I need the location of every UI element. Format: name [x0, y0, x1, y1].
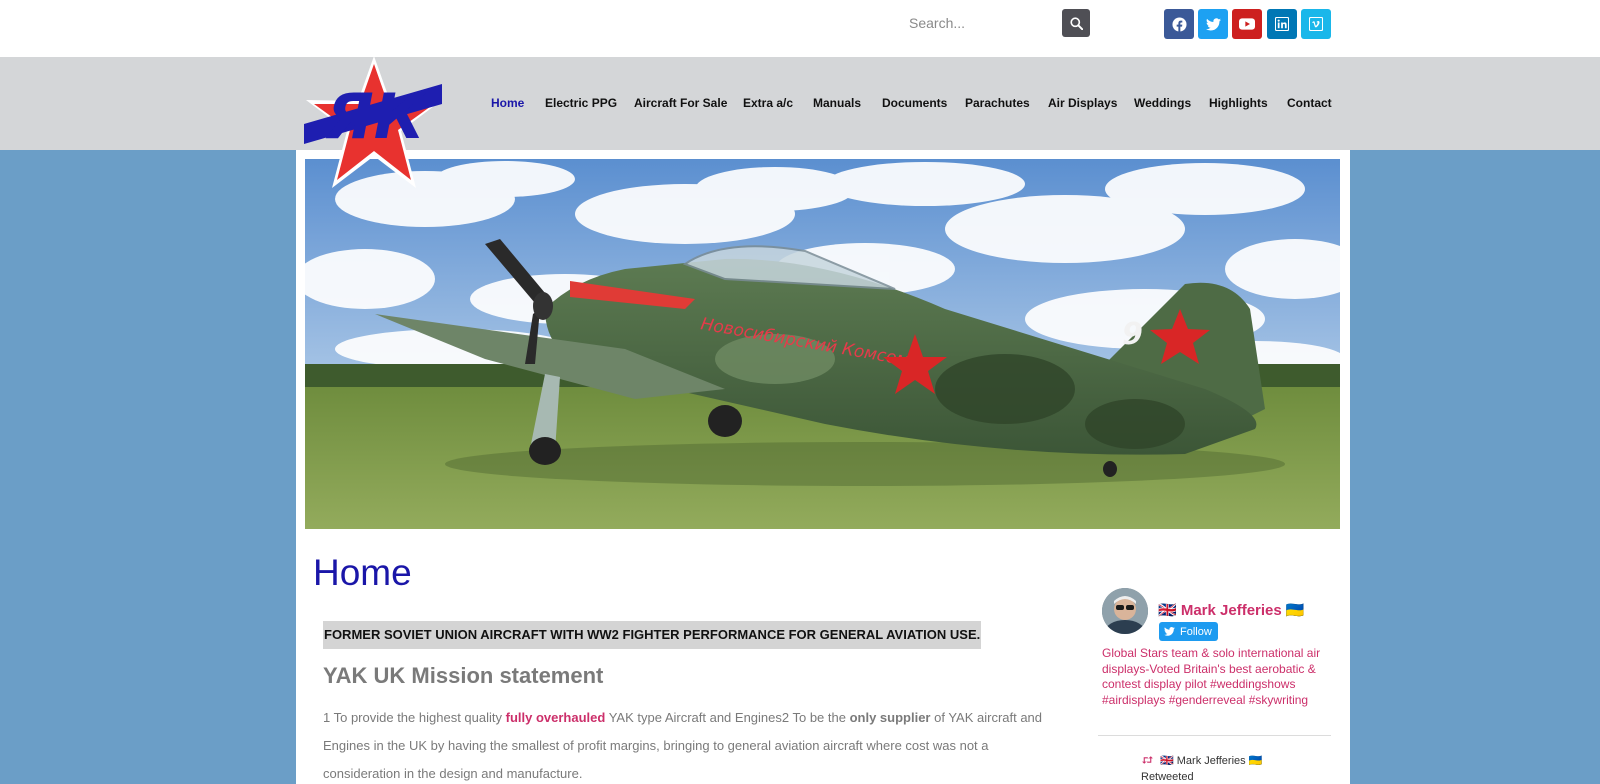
vimeo-link[interactable]: [1301, 9, 1331, 39]
twitter-retweet-info: 🇬🇧 Mark Jefferies 🇺🇦 Retweeted: [1141, 753, 1321, 784]
mission-text-2: YAK type Aircraft and Engines2 To be the: [605, 710, 850, 725]
page-title: Home: [313, 552, 412, 593]
retweet-label: Retweeted: [1141, 771, 1194, 783]
twitter-follow-button[interactable]: Follow: [1159, 622, 1218, 641]
search-input[interactable]: [897, 9, 1062, 37]
main-nav: Home Electric PPG Aircraft For Sale Extr…: [0, 96, 1600, 110]
twitter-icon: [1205, 17, 1221, 31]
hero-image: Новосибирский Комсомол 9: [305, 159, 1340, 529]
nav-item-manuals[interactable]: Manuals: [813, 96, 861, 110]
nav-item-aircraft-for-sale[interactable]: Aircraft For Sale: [634, 96, 727, 110]
nav-item-home[interactable]: Home: [491, 96, 524, 110]
mission-paragraph: 1 To provide the highest quality fully o…: [323, 704, 1043, 784]
tail-number: 9: [1122, 317, 1143, 352]
nav-item-extra-ac[interactable]: Extra a/c: [743, 96, 793, 110]
youtube-icon: [1239, 18, 1255, 30]
twitter-bio: Global Stars team & solo international a…: [1102, 646, 1321, 707]
twitter-profile-name[interactable]: 🇬🇧 Mark Jefferies 🇺🇦: [1158, 601, 1305, 619]
top-bar: [0, 0, 1600, 57]
twitter-link[interactable]: [1198, 9, 1228, 39]
nav-item-highlights[interactable]: Highlights: [1209, 96, 1268, 110]
retweet-icon: [1142, 756, 1153, 764]
facebook-icon: [1171, 16, 1187, 32]
twitter-divider: [1098, 735, 1331, 736]
youtube-link[interactable]: [1232, 9, 1262, 39]
nav-item-electric-ppg[interactable]: Electric PPG: [545, 96, 617, 110]
linkedin-icon: [1275, 17, 1289, 31]
mission-text-1: 1 To provide the highest quality: [323, 710, 506, 725]
nav-item-documents[interactable]: Documents: [882, 96, 947, 110]
logo-text: ЯК: [325, 80, 428, 153]
tagline-banner: FORMER SOVIET UNION AIRCRAFT WITH WW2 FI…: [323, 621, 982, 649]
site-logo[interactable]: ЯК: [304, 56, 444, 192]
twitter-bird-icon: [1164, 627, 1175, 636]
nav-item-air-displays[interactable]: Air Displays: [1048, 96, 1117, 110]
vimeo-icon: [1309, 17, 1323, 31]
search-form: [897, 9, 1091, 37]
twitter-avatar[interactable]: [1102, 588, 1148, 634]
mission-heading: YAK UK Mission statement: [323, 663, 604, 688]
linkedin-link[interactable]: [1267, 9, 1297, 39]
mission-highlight-only-supplier: only supplier: [849, 710, 931, 725]
facebook-link[interactable]: [1164, 9, 1194, 39]
search-icon: [1069, 16, 1083, 30]
nav-item-weddings[interactable]: Weddings: [1134, 96, 1191, 110]
retweet-author[interactable]: 🇬🇧 Mark Jefferies 🇺🇦: [1160, 755, 1262, 767]
twitter-follow-label: Follow: [1180, 625, 1212, 638]
nav-item-parachutes[interactable]: Parachutes: [965, 96, 1030, 110]
search-button[interactable]: [1062, 9, 1090, 37]
mission-highlight-overhauled: fully overhauled: [505, 710, 606, 725]
nav-item-contact[interactable]: Contact: [1287, 96, 1332, 110]
